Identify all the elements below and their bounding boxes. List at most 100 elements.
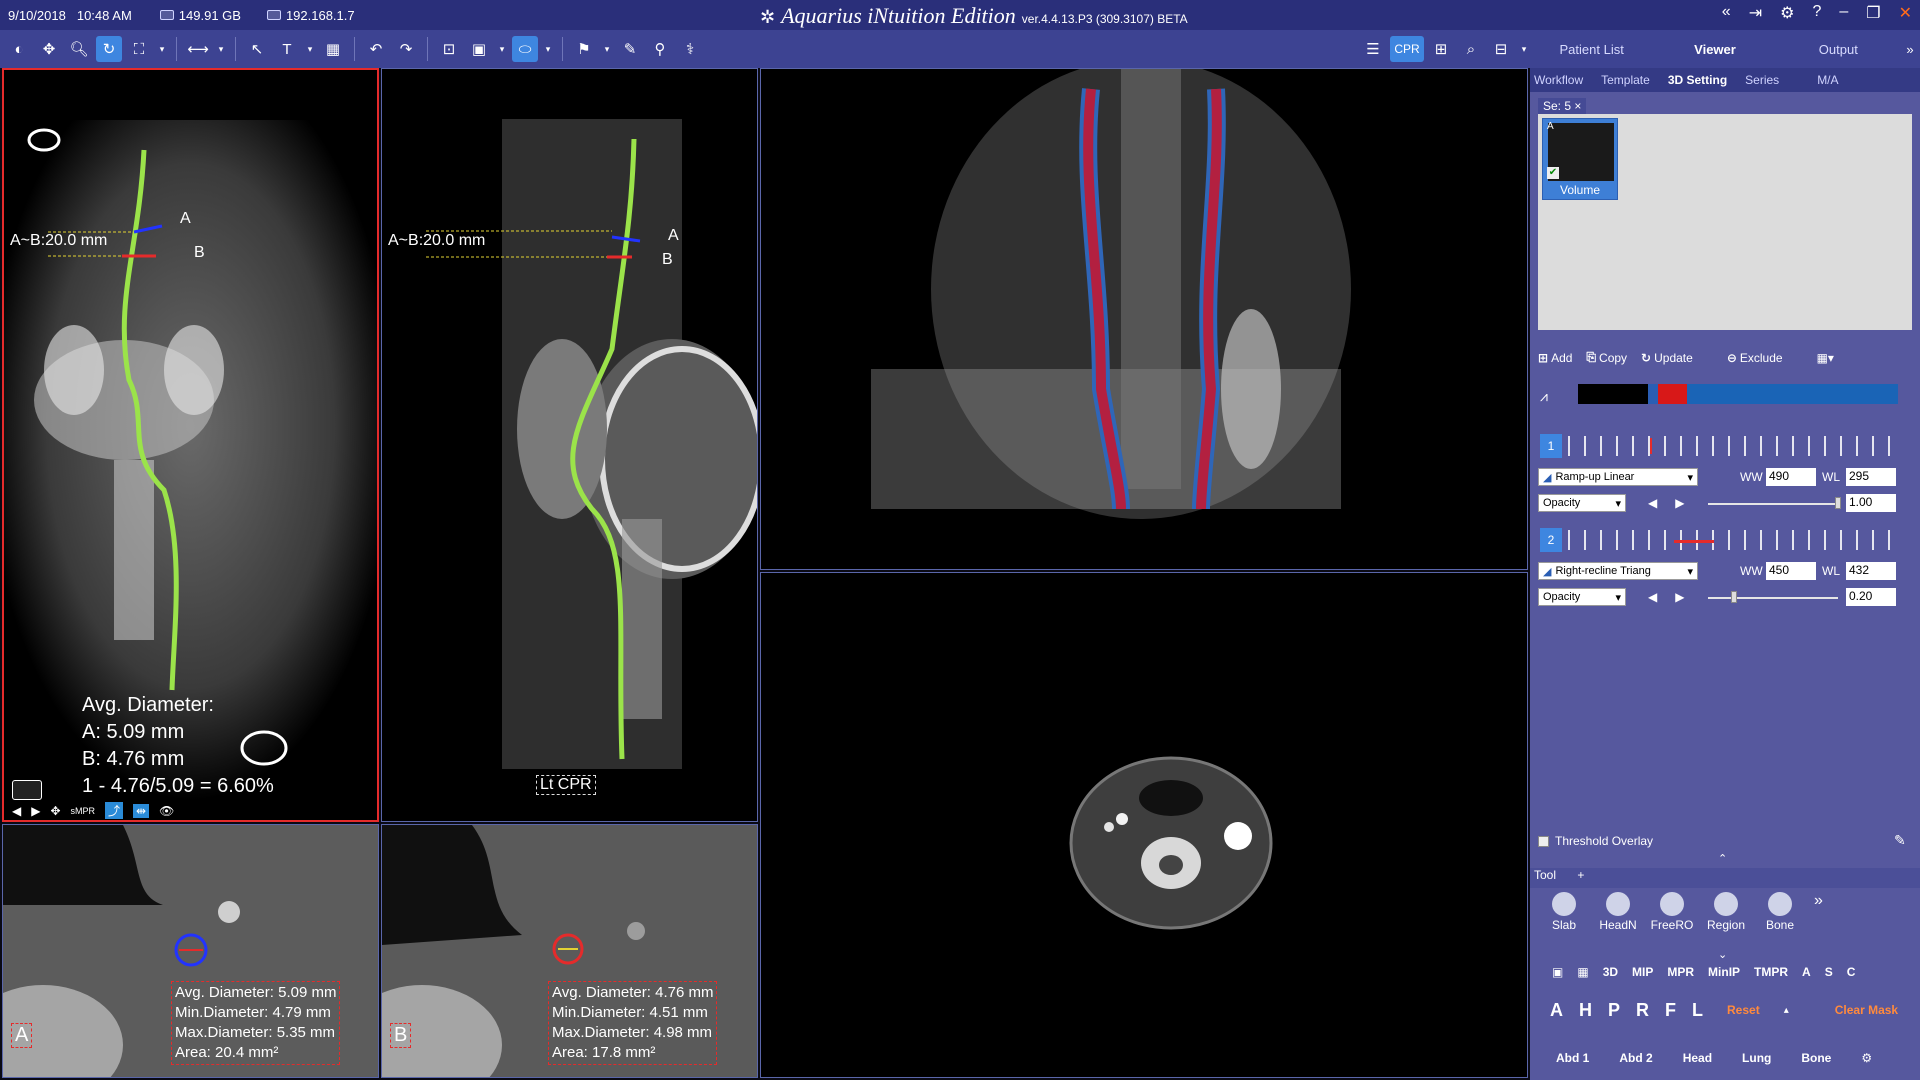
tf2-wl-input[interactable]: 432 — [1846, 562, 1896, 580]
viewport-cross-section-a[interactable]: A Avg. Diameter: 5.09 mm Min.Diameter: 4… — [2, 824, 379, 1078]
tool-headn[interactable]: HeadN — [1598, 892, 1638, 948]
viewport-coronal-cpr[interactable]: A~B:20.0 mm A B Avg. Diameter: A: 5.09 m… — [2, 68, 379, 822]
preset-head[interactable]: Head — [1683, 1051, 1712, 1065]
slab-dropdown-icon[interactable]: ▾ — [156, 36, 168, 62]
minimize-icon[interactable]: – — [1839, 3, 1848, 23]
distance-measurement[interactable]: A~B:20.0 mm — [388, 232, 485, 250]
step-left-icon[interactable]: ◀ — [1648, 590, 1657, 604]
subtab-series[interactable]: Series — [1745, 73, 1779, 87]
settings-gear-icon[interactable]: ⚙ — [1780, 3, 1794, 23]
collapse-up-icon[interactable]: ⌃ — [1718, 852, 1727, 865]
viewport-cross-section-b[interactable]: B Avg. Diameter: 4.76 mm Min.Diameter: 4… — [381, 824, 758, 1078]
tf2-opacity-knob[interactable] — [1731, 591, 1737, 603]
orient-r[interactable]: R — [1636, 1000, 1649, 1021]
volume-thumbnail[interactable]: A ✔ Volume — [1542, 118, 1618, 200]
oval-icon[interactable]: ⬭ — [512, 36, 538, 62]
capture-icon[interactable]: ▣ — [466, 36, 492, 62]
tf1-opacity-knob[interactable] — [1835, 497, 1841, 509]
preset-abd2[interactable]: Abd 2 — [1619, 1051, 1652, 1065]
close-icon[interactable]: ✕ — [1899, 3, 1912, 23]
mode-c[interactable]: C — [1847, 965, 1856, 979]
tf1-range-marker[interactable] — [1650, 438, 1652, 454]
reset-dropdown-icon[interactable]: ▴ — [1784, 1005, 1789, 1016]
rotate-icon[interactable]: ↻ — [96, 36, 122, 62]
viewport-sagittal-cpr[interactable]: A~B:20.0 mm A B Lt CPR — [381, 68, 758, 822]
ruler-icon[interactable]: ⟷ — [185, 36, 211, 62]
color-transfer-bar[interactable] — [1578, 384, 1898, 404]
subtab-workflow[interactable]: Workflow — [1534, 73, 1583, 87]
tf1-wl-input[interactable]: 295 — [1846, 468, 1896, 486]
mode-s[interactable]: S — [1825, 965, 1833, 979]
orient-l[interactable]: L — [1692, 1000, 1703, 1021]
threshold-overlay-option[interactable]: Threshold Overlay — [1538, 834, 1653, 848]
series-tab[interactable]: Se: 5 × — [1538, 98, 1587, 114]
move-icon[interactable]: ✥ — [50, 804, 60, 818]
tf1-opacity-slider[interactable] — [1708, 503, 1838, 505]
tf1-curve-select[interactable]: ◢ Ramp-up Linear ▾ — [1538, 468, 1698, 486]
tf2-curve-select[interactable]: ◢ Right-recline Triang ▾ — [1538, 562, 1698, 580]
orient-h[interactable]: H — [1579, 1000, 1592, 1021]
grid-icon[interactable]: ▦ — [320, 36, 346, 62]
clear-mask-button[interactable]: Clear Mask — [1835, 1003, 1898, 1017]
tool-slab[interactable]: Slab — [1544, 892, 1584, 948]
orient-a[interactable]: A — [1550, 1000, 1563, 1021]
mode-minip[interactable]: MinIP — [1708, 965, 1740, 979]
add-button[interactable]: ⊞ Add — [1538, 351, 1572, 365]
tf1-ww-input[interactable]: 490 — [1766, 468, 1816, 486]
viewport-3d-volume[interactable] — [760, 68, 1528, 570]
layout-icon[interactable]: ⊟ — [1488, 36, 1514, 62]
mode-3d[interactable]: 3D — [1603, 965, 1618, 979]
search-zoom-icon[interactable]: ⌕ — [1458, 36, 1484, 62]
collapse-icon[interactable]: « — [1722, 3, 1731, 23]
pointer-icon[interactable]: ↖ — [244, 36, 270, 62]
step-right-icon[interactable]: ▶ — [1675, 590, 1684, 604]
mode-tmpr[interactable]: TMPR — [1754, 965, 1788, 979]
flag-dropdown-icon[interactable]: ▾ — [601, 36, 613, 62]
undo-icon[interactable]: ↶ — [363, 36, 389, 62]
slab-icon[interactable]: ⛶ — [126, 36, 152, 62]
probe-icon[interactable]: ⚲ — [647, 36, 673, 62]
tf1-index[interactable]: 1 — [1540, 434, 1562, 458]
reset-button[interactable]: Reset — [1727, 1003, 1760, 1017]
visibility-checkbox[interactable]: ✔ — [1547, 167, 1559, 179]
camera-icon[interactable] — [12, 780, 42, 800]
ruler-dropdown-icon[interactable]: ▾ — [215, 36, 227, 62]
preset-lung[interactable]: Lung — [1742, 1051, 1771, 1065]
smpr-button[interactable]: sMPR — [71, 806, 96, 816]
subtab-ma[interactable]: M/A — [1817, 73, 1838, 87]
brush-icon[interactable]: ✎ — [617, 36, 643, 62]
text-annotation-icon[interactable]: T — [274, 36, 300, 62]
restore-icon[interactable]: ❐ — [1866, 3, 1880, 23]
more-tools-icon[interactable]: » — [1814, 892, 1823, 948]
layout-single-icon[interactable]: ▣ — [1552, 965, 1563, 979]
layout-dropdown-icon[interactable]: ▾ — [1518, 36, 1530, 62]
orient-f[interactable]: F — [1665, 1000, 1676, 1021]
window-level-icon[interactable]: ◐ — [6, 36, 32, 62]
curve-icon[interactable]: ⤴ — [105, 802, 124, 819]
tool-region[interactable]: Region — [1706, 892, 1746, 948]
tf2-opacity-slider[interactable] — [1708, 597, 1838, 599]
help-icon[interactable]: ? — [1812, 3, 1821, 23]
mode-mpr[interactable]: MPR — [1667, 965, 1694, 979]
tool-add-icon[interactable]: + — [1577, 868, 1584, 882]
preset-bone[interactable]: Bone — [1801, 1051, 1831, 1065]
series-close-icon[interactable]: × — [1574, 99, 1581, 113]
tool-bone[interactable]: Bone — [1760, 892, 1800, 948]
flag-icon[interactable]: ⚑ — [571, 36, 597, 62]
oval-dropdown-icon[interactable]: ▾ — [542, 36, 554, 62]
step-right-icon[interactable]: ▶ — [1675, 496, 1684, 510]
capture-dropdown-icon[interactable]: ▾ — [496, 36, 508, 62]
prev-icon[interactable]: ◀ — [12, 804, 21, 818]
tf1-opacity-input[interactable]: 1.00 — [1846, 494, 1896, 512]
tab-output[interactable]: Output — [1777, 42, 1900, 57]
pan-icon[interactable]: ✥ — [36, 36, 62, 62]
mode-mip[interactable]: MIP — [1632, 965, 1653, 979]
step-left-icon[interactable]: ◀ — [1648, 496, 1657, 510]
zoom-icon[interactable]: 🔍︎ — [66, 36, 92, 62]
tf2-range-marker[interactable] — [1674, 540, 1714, 543]
preset-settings-icon[interactable]: ⚙ — [1861, 1051, 1872, 1065]
tf1-ruler[interactable] — [1568, 436, 1898, 456]
adjust-icon[interactable]: ⇹ — [133, 803, 150, 818]
viewport-axial[interactable] — [760, 572, 1528, 1078]
view-options-icon[interactable]: ▦▾ — [1817, 351, 1834, 365]
